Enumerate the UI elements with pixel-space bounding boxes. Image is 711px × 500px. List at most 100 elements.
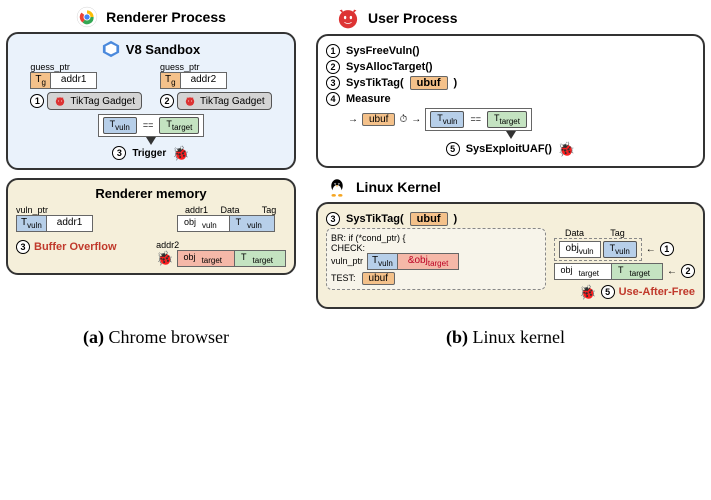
k-step2-circle: 2 <box>681 264 695 278</box>
kobj-vuln: objvuln Tvuln <box>554 238 642 261</box>
caption-b: (b) Linux kernel <box>306 327 705 348</box>
uaf-label: Use-After-Free <box>619 286 695 298</box>
kernel-body: BR: if (*cond_ptr) { CHECK: vuln_ptr Tvu… <box>326 228 695 301</box>
kobj-vuln-row: objvuln Tvuln ← 1 <box>554 238 695 261</box>
step-3-line: 3 SysTikTag( ubuf ) <box>326 76 695 90</box>
mem-headers-group: addr1 Data Tag objvuln Tvuln <box>177 205 286 232</box>
devil-icon <box>54 95 66 107</box>
mem-bot-row: 3 Buffer Overflow addr2 🐞 objtarget Ttar… <box>16 240 286 267</box>
k-and-obj-target: &objtarget <box>398 254 458 269</box>
ktag-hdr: Tag <box>600 228 636 238</box>
bug-icon-2: 🐞 <box>156 250 173 267</box>
step-2-circle: 2 <box>160 94 174 108</box>
user-process-header: User Process <box>336 6 705 30</box>
uaf-row: 🐞 5 Use-After-Free <box>554 284 695 301</box>
guess-ptr-label-2: guess_ptr <box>160 62 272 72</box>
tag-hdr: Tag <box>252 205 286 215</box>
tvuln-tag: Tvuln <box>17 216 47 231</box>
v8-title-row: V8 Sandbox <box>16 40 286 58</box>
v8-sandbox-panel: V8 Sandbox guess_ptr Tg addr1 1 <box>6 32 296 170</box>
renderer-process-label: Renderer Process <box>106 9 226 25</box>
gadget-row-2: 2 TikTag Gadget <box>160 92 272 110</box>
arrow-down-icon <box>146 137 156 145</box>
eq-box-2: Tvuln == Ttarget <box>425 108 532 131</box>
ttarget-chip-2: Ttarget <box>487 111 527 128</box>
sysalloctarget: SysAllocTarget() <box>346 61 433 73</box>
down-arrow-2 <box>326 131 695 139</box>
addr2-hdr: addr2 <box>156 240 286 250</box>
step-2-line: 2 SysAllocTarget() <box>326 60 695 74</box>
kernel-step-3: 3 SysTikTag( ubuf ) <box>326 212 695 226</box>
kernel-vuln-ptr-label: vuln_ptr <box>331 256 363 266</box>
guess-ptr-1: guess_ptr Tg addr1 1 Ti <box>30 62 142 110</box>
k-step5-circle: 5 <box>601 285 615 299</box>
chrome-icon <box>76 6 98 28</box>
systiktag-post: ) <box>454 77 458 89</box>
eq-sign: == <box>143 120 154 130</box>
tiktag-text-1: TikTag Gadget <box>70 96 135 107</box>
caption-a-text: Chrome browser <box>109 327 229 347</box>
eq-box: Tvuln == Ttarget <box>98 114 205 137</box>
vuln-ptr-label: vuln_ptr <box>16 205 93 215</box>
guess-ptr-row: guess_ptr Tg addr1 1 Ti <box>16 62 286 110</box>
obj-target-group: addr2 🐞 objtarget Ttarget <box>156 240 286 267</box>
kernel-vuln-ptr-box: Tvuln &objtarget <box>367 253 459 270</box>
ubuf-flow: ubuf <box>362 113 395 126</box>
arrow-right-icon: → <box>348 114 358 125</box>
kernel-panel: 3 SysTikTag( ubuf ) BR: if (*cond_ptr) {… <box>316 202 705 309</box>
tiktag-gadget-1: TikTag Gadget <box>47 92 142 110</box>
step-3-circle: 3 <box>112 146 126 160</box>
tiktag-gadget-2: TikTag Gadget <box>177 92 272 110</box>
tag-tg-1: Tg <box>31 73 51 88</box>
step-1-line: 1 SysFreeVuln() <box>326 44 695 58</box>
renderer-mem-label: Renderer memory <box>95 186 206 201</box>
measure-label: Measure <box>346 93 391 105</box>
ubuf-arg-1: ubuf <box>410 76 448 90</box>
tux-icon <box>326 176 348 198</box>
step-3c-circle: 3 <box>326 76 340 90</box>
kobj-target-tag: Ttarget <box>611 264 662 279</box>
down-arrow <box>16 137 286 145</box>
trigger-label: Trigger <box>132 148 166 159</box>
v8-sandbox-label: V8 Sandbox <box>126 42 200 57</box>
renderer-process-header: Renderer Process <box>6 6 296 28</box>
buffer-overflow-label: Buffer Overflow <box>34 241 117 253</box>
addr1-hdr: addr1 <box>185 205 208 215</box>
kernel-header: Linux Kernel <box>326 176 705 198</box>
kobj-target-data: objtarget <box>555 264 611 279</box>
ptr-box-2: Tg addr2 <box>160 72 227 89</box>
kstep-3-circle: 3 <box>326 212 340 226</box>
obj-target-data: objtarget <box>178 251 234 266</box>
captions-row: (a) Chrome browser (b) Linux kernel <box>6 327 705 348</box>
arrow-label-1: ← <box>646 244 656 255</box>
step-5-line: 5 SysExploitUAF() 🐞 <box>326 141 695 158</box>
v8-icon <box>102 40 120 58</box>
ubuf-arg-k: ubuf <box>410 212 448 226</box>
renderer-mem-title: Renderer memory <box>16 186 286 201</box>
systiktag-post-k: ) <box>454 213 458 225</box>
eq-sign-2: == <box>470 114 481 124</box>
check-line: CHECK: <box>331 243 541 253</box>
kernel-label: Linux Kernel <box>356 179 441 195</box>
gadget-row-1: 1 TikTag Gadget <box>30 92 142 110</box>
caption-b-text: Linux kernel <box>473 327 565 347</box>
user-process-label: User Process <box>368 10 458 26</box>
tag-tg-2: Tg <box>161 73 181 88</box>
step-1b-circle: 1 <box>326 44 340 58</box>
kernel-gadget-box: BR: if (*cond_ptr) { CHECK: vuln_ptr Tvu… <box>326 228 546 290</box>
bug-icon-3: 🐞 <box>558 141 575 158</box>
arrow-down-icon-2 <box>506 131 516 139</box>
kernel-mem-col: Data Tag objvuln Tvuln ← 1 objtarget <box>554 228 695 301</box>
obj-vuln-tag: Tvuln <box>229 216 274 231</box>
step-1-circle: 1 <box>30 94 44 108</box>
step-2b-circle: 2 <box>326 60 340 74</box>
obj-vuln: objvuln Tvuln <box>177 215 275 232</box>
obj-vuln-data: objvuln <box>178 216 229 231</box>
data-hdr: Data <box>210 205 250 215</box>
renderer-memory-panel: Renderer memory vuln_ptr Tvuln addr1 add… <box>6 178 296 275</box>
k-tvuln-tag: Tvuln <box>368 254 398 269</box>
chrome-column: Renderer Process V8 Sandbox guess_ptr Tg… <box>6 6 296 317</box>
kernel-mem-hdrs: Data Tag <box>554 228 695 238</box>
buffer-overflow-row: 3 Buffer Overflow <box>16 240 117 254</box>
user-process-panel: 1 SysFreeVuln() 2 SysAllocTarget() 3 Sys… <box>316 34 705 168</box>
